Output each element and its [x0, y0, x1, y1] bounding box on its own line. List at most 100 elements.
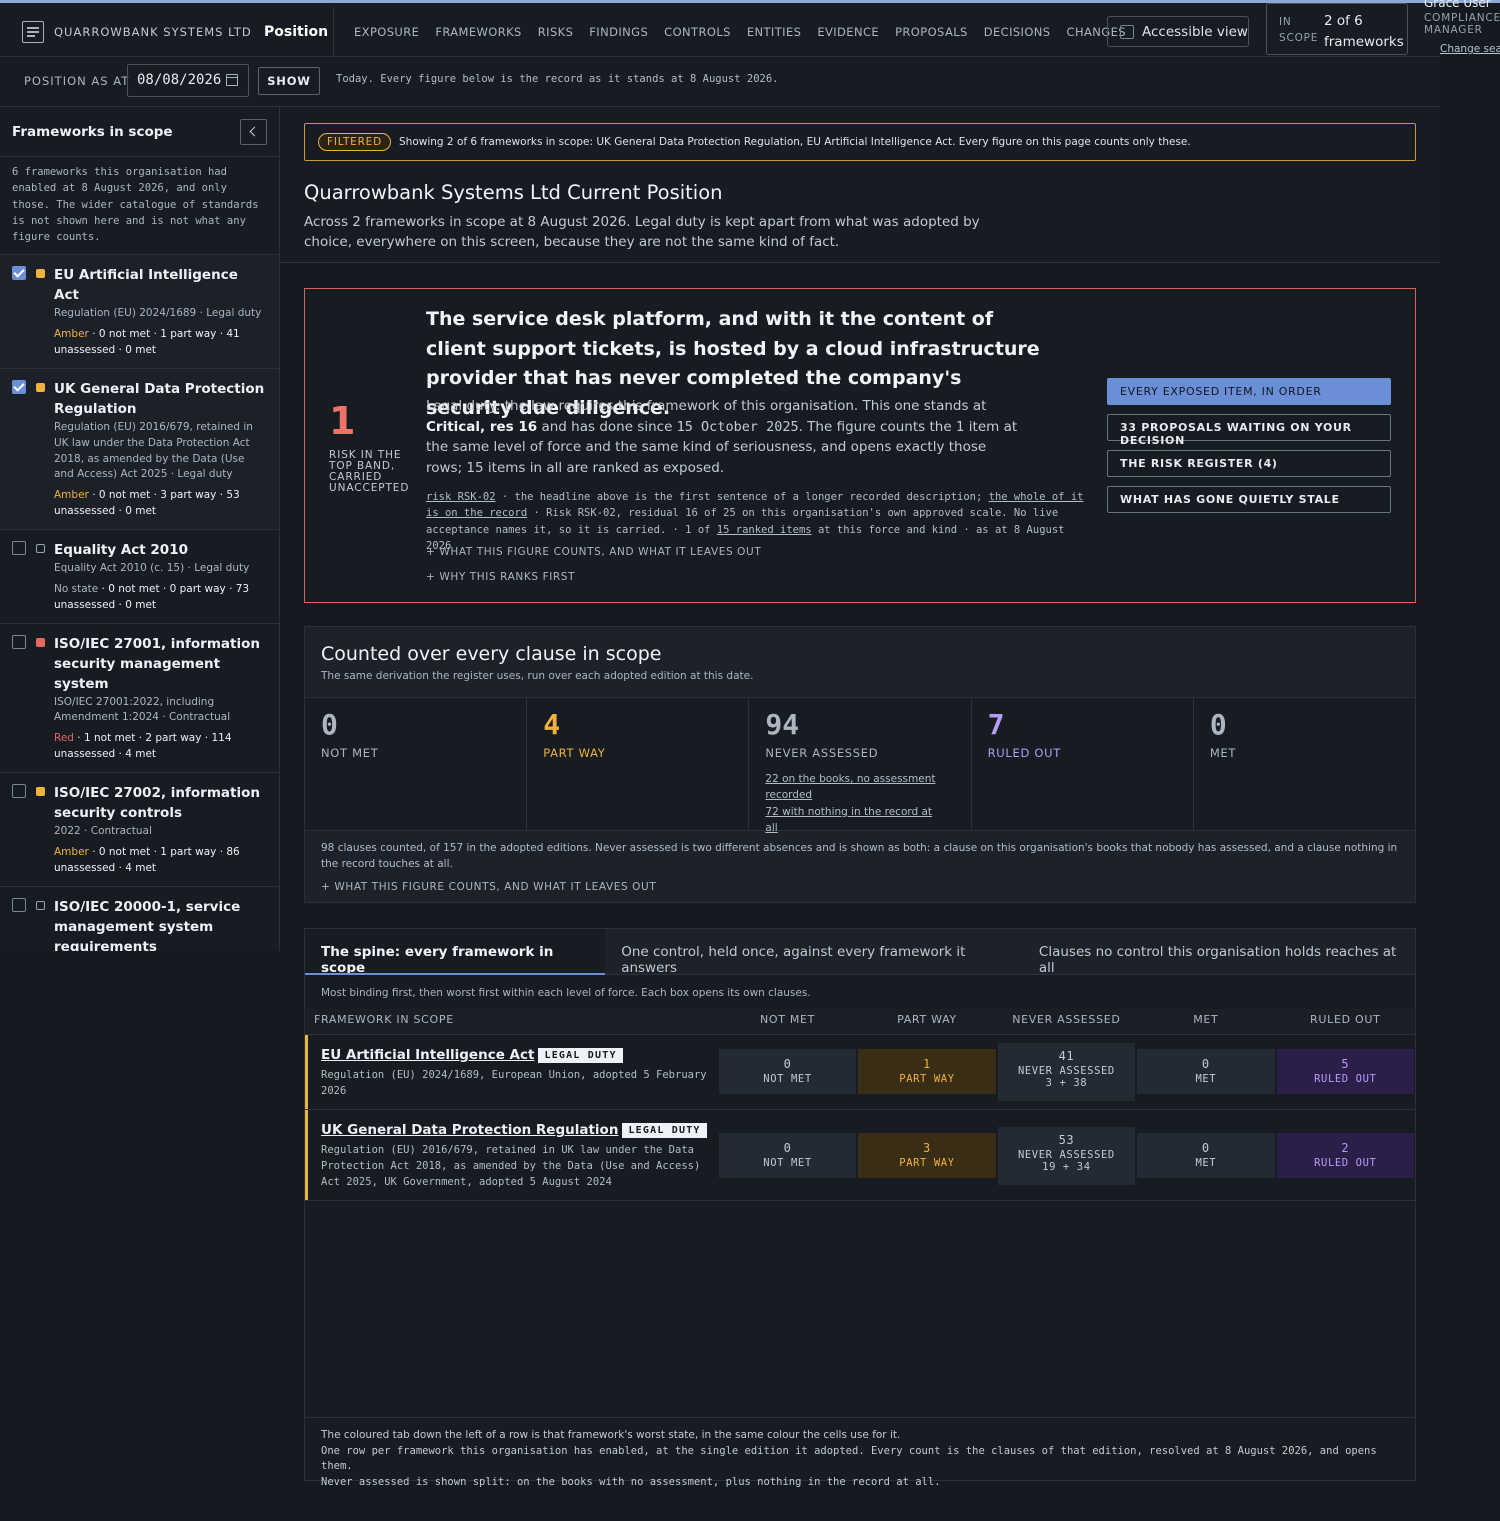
position-bar: POSITION AS AT 08/08/2026 SHOW Today. Ev…: [0, 57, 1440, 107]
nav-decisions[interactable]: DECISIONS: [984, 25, 1051, 39]
counted-desc: The same derivation the register uses, r…: [321, 670, 754, 682]
legal-duty-badge: LEGAL DUTY: [538, 1048, 623, 1063]
count-cell[interactable]: 4 PART WAY: [527, 698, 750, 830]
expand-why-first[interactable]: + WHY THIS RANKS FIRST: [426, 571, 575, 583]
col-not-met: NOT MET: [759, 1013, 816, 1026]
ruled-out-box[interactable]: 5 RULED OUT: [1276, 1049, 1414, 1094]
framework-checkbox[interactable]: [12, 266, 26, 281]
met-box[interactable]: 0 MET: [1137, 1133, 1275, 1178]
every-exposed-item-button[interactable]: EVERY EXPOSED ITEM, IN ORDER: [1107, 378, 1391, 405]
framework-link[interactable]: UK General Data Protection Regulation: [321, 1122, 618, 1138]
count-cell[interactable]: 0 MET: [1193, 698, 1416, 830]
count-value: 94: [765, 708, 800, 741]
nav-exposure[interactable]: EXPOSURE: [354, 25, 419, 39]
ruled-out-box[interactable]: 2 RULED OUT: [1276, 1133, 1414, 1178]
nav-proposals[interactable]: PROPOSALS: [895, 25, 968, 39]
framework-checkbox[interactable]: [12, 380, 26, 395]
framework-item[interactable]: EU Artificial Intelligence Act Regulation…: [0, 255, 279, 370]
framework-item[interactable]: ISO/IEC 27002, information security cont…: [0, 773, 279, 887]
framework-name: Equality Act 2010: [54, 542, 188, 558]
calendar-icon[interactable]: [226, 74, 238, 86]
risk-count[interactable]: 1: [329, 399, 355, 443]
framework-cell: EU Artificial Intelligence Act LEGAL DUTY…: [305, 1035, 718, 1109]
met-box[interactable]: 0 MET: [1137, 1049, 1275, 1094]
state-square-icon: [36, 900, 45, 910]
framework-checkbox[interactable]: [12, 897, 26, 912]
quietly-stale-button[interactable]: WHAT HAS GONE QUIETLY STALE: [1107, 486, 1391, 513]
framework-checkbox[interactable]: [12, 634, 26, 649]
part-way-box[interactable]: 3 PART WAY: [858, 1133, 996, 1178]
framework-detail: Regulation (EU) 2016/679, retained in UK…: [321, 1144, 701, 1188]
framework-state: Red · 1 not met · 2 part way · 114 unass…: [54, 732, 232, 761]
user-name: Grace User: [1424, 0, 1491, 10]
position-date-input[interactable]: 08/08/2026: [127, 64, 249, 97]
frameworks-sidebar: Frameworks in scope 6 frameworks this or…: [0, 107, 280, 951]
page-title: Quarrowbank Systems Ltd Current Position: [304, 181, 723, 204]
legal-duty-badge: LEGAL DUTY: [622, 1123, 707, 1138]
count-cell[interactable]: 0 NOT MET: [305, 698, 528, 830]
count-label: NOT MET: [321, 746, 379, 760]
framework-item[interactable]: UK General Data Protection Regulation Reg…: [0, 369, 279, 530]
show-button[interactable]: SHOW: [258, 67, 320, 95]
nav-risks[interactable]: RISKS: [538, 25, 574, 39]
page-description: Across 2 frameworks in scope at 8 August…: [304, 214, 980, 250]
count-cell[interactable]: 7 RULED OUT: [971, 698, 1194, 830]
expand-figure-counts[interactable]: + WHAT THIS FIGURE COUNTS, AND WHAT IT L…: [426, 546, 761, 558]
nav-evidence[interactable]: EVIDENCE: [817, 25, 879, 39]
nav-findings[interactable]: FINDINGS: [589, 25, 648, 39]
ranked-items-link[interactable]: 15 ranked items: [717, 524, 812, 536]
framework-checkbox[interactable]: [12, 784, 26, 799]
never-box[interactable]: 53 NEVER ASSESSED 19 + 34: [997, 1127, 1136, 1185]
spine-panel: The spine: every framework in scope One …: [304, 928, 1416, 1488]
framework-item[interactable]: ISO/IEC 20000-1, service management syst…: [0, 887, 279, 951]
brand[interactable]: QUARROWBANK SYSTEMS LTD: [22, 21, 252, 43]
tab-position[interactable]: Position: [246, 6, 334, 60]
count-cell[interactable]: 94 NEVER ASSESSED 22 on the books, no asse…: [749, 698, 972, 834]
risk-link[interactable]: risk RSK-02: [426, 491, 496, 503]
main-nav: EXPOSURE FRAMEWORKS RISKS FINDINGS CONTR…: [354, 25, 1126, 39]
framework-checkbox[interactable]: [12, 541, 26, 555]
part-way-box[interactable]: 1 PART WAY: [858, 1049, 996, 1094]
state-square-icon: [36, 269, 45, 279]
tab-one-control[interactable]: One control, held once, against every fr…: [605, 929, 1023, 976]
risk-register-button[interactable]: THE RISK REGISTER (4): [1107, 450, 1391, 477]
tab-unreached-clauses[interactable]: Clauses no control this organisation hol…: [1023, 929, 1415, 976]
col-part-way: PART WAY: [897, 1013, 957, 1026]
not-met-box[interactable]: 0 NOT MET: [718, 1133, 857, 1178]
risk-body: Legal duty: the law requires this framew…: [426, 398, 1018, 477]
nav-entities[interactable]: ENTITIES: [747, 25, 801, 39]
nothing-in-record-link[interactable]: 72 with nothing in the record at all: [765, 804, 945, 837]
not-met-box[interactable]: 0 NOT MET: [718, 1049, 857, 1094]
count-label: PART WAY: [543, 746, 606, 760]
framework-item[interactable]: ISO/IEC 27001, information security mana…: [0, 624, 279, 774]
spine-footer: The coloured tab down the left of a row …: [305, 1417, 1415, 1488]
counted-expand[interactable]: + WHAT THIS FIGURE COUNTS, AND WHAT IT L…: [321, 881, 656, 893]
framework-name: ISO/IEC 27002, information security cont…: [54, 785, 260, 822]
spine-table-header: FRAMEWORK IN SCOPE NOT MET PART WAY NEVE…: [305, 1009, 1415, 1035]
framework-sub: Regulation (EU) 2016/679, retained in UK…: [54, 421, 253, 481]
tab-spine[interactable]: The spine: every framework in scope: [305, 929, 606, 976]
counted-footer: 98 clauses counted, of 157 in the adopte…: [321, 842, 1398, 870]
collapse-sidebar-button[interactable]: [240, 119, 267, 145]
position-header: FILTERED Showing 2 of 6 frameworks in sc…: [280, 107, 1440, 263]
nav-controls[interactable]: CONTROLS: [664, 25, 731, 39]
app-header: QUARROWBANK SYSTEMS LTD Position EXPOSUR…: [0, 3, 1440, 60]
top-risk-card: 1 RISK IN THE TOP BAND, CARRIED UNACCEPT…: [304, 288, 1416, 603]
count-value: 4: [543, 708, 561, 741]
filter-text: Showing 2 of 6 frameworks in scope: UK G…: [399, 136, 1191, 148]
on-books-link[interactable]: 22 on the books, no assessment recorded: [765, 771, 945, 804]
accessible-view-checkbox[interactable]: [1120, 24, 1134, 39]
scope-selector[interactable]: IN SCOPE 2 of 6 frameworks: [1266, 3, 1408, 55]
proposals-waiting-button[interactable]: 33 PROPOSALS WAITING ON YOUR DECISION: [1107, 414, 1391, 447]
never-box[interactable]: 41 NEVER ASSESSED 3 + 38: [997, 1043, 1136, 1101]
framework-state: No state · 0 not met · 0 part way · 73 u…: [54, 582, 250, 611]
risk-meta: risk RSK-02 · the headline above is the …: [426, 491, 1084, 552]
framework-link[interactable]: EU Artificial Intelligence Act: [321, 1047, 534, 1063]
accessible-view-toggle[interactable]: Accessible view: [1107, 16, 1249, 47]
framework-name: ISO/IEC 20000-1, service management syst…: [54, 898, 241, 951]
change-seat-link[interactable]: Change seat: [1440, 43, 1500, 56]
position-note: Today. Every figure below is the record …: [336, 73, 779, 85]
nav-frameworks[interactable]: FRAMEWORKS: [435, 25, 521, 39]
count-value: 0: [1209, 708, 1227, 741]
framework-item[interactable]: Equality Act 2010 Equality Act 2010 (c. 1…: [0, 530, 279, 624]
